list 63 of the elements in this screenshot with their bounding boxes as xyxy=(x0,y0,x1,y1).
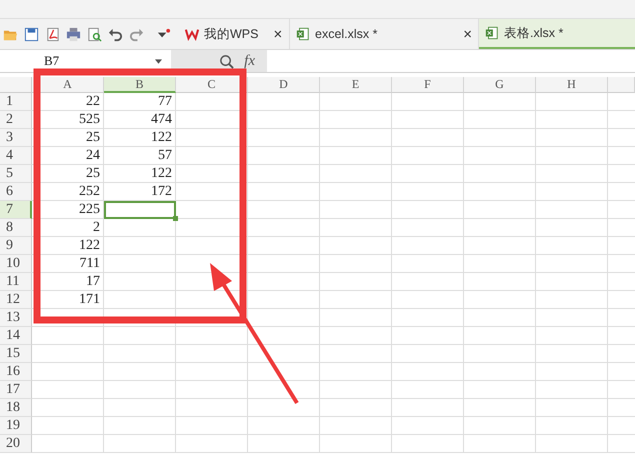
table-cell-text: 25 xyxy=(85,165,101,183)
column-header[interactable]: D xyxy=(248,77,320,93)
table-cell-text: 711 xyxy=(78,255,101,273)
row-header[interactable]: 20 xyxy=(0,435,32,453)
row-header[interactable]: 5 xyxy=(0,165,32,183)
column-header[interactable]: A xyxy=(32,77,104,93)
table-cell-text: 474 xyxy=(150,111,173,129)
row-header[interactable]: 14 xyxy=(0,327,32,345)
function-button[interactable]: fx xyxy=(244,52,255,70)
redo-icon[interactable] xyxy=(129,26,144,42)
row-header[interactable]: 12 xyxy=(0,291,32,309)
column-header[interactable]: G xyxy=(464,77,536,93)
document-tab[interactable]: 我的WPS × xyxy=(179,19,290,49)
table-cell-text: 2 xyxy=(92,219,101,237)
row-header[interactable]: 13 xyxy=(0,309,32,327)
row-header[interactable]: 18 xyxy=(0,399,32,417)
row-header[interactable]: 15 xyxy=(0,345,32,363)
row-header[interactable]: 16 xyxy=(0,363,32,381)
column-header[interactable]: E xyxy=(320,77,392,93)
table-cell-text: 22 xyxy=(85,93,101,111)
table-cell-text: 171 xyxy=(78,291,101,309)
document-tab[interactable]: 表格.xlsx * xyxy=(479,19,635,49)
spreadsheet-icon xyxy=(296,27,310,41)
row-header[interactable]: 6 xyxy=(0,183,32,201)
row-header[interactable]: 11 xyxy=(0,273,32,291)
close-tab-button[interactable]: × xyxy=(463,26,472,42)
row-header[interactable]: 10 xyxy=(0,255,32,273)
table-cell-text: 122 xyxy=(78,237,101,255)
table-cell-text: 77 xyxy=(157,93,173,111)
table-cell-text: 525 xyxy=(78,111,101,129)
table-cell-text: 122 xyxy=(150,165,173,183)
table-cell-text: 25 xyxy=(85,129,101,147)
column-header[interactable]: F xyxy=(392,77,464,93)
pdf-icon[interactable] xyxy=(45,26,60,42)
column-header[interactable]: B xyxy=(104,77,176,93)
row-header[interactable]: 4 xyxy=(0,147,32,165)
row-header[interactable]: 19 xyxy=(0,417,32,435)
caret-icon[interactable] xyxy=(155,58,162,64)
table-cell-text: 57 xyxy=(157,147,173,165)
save-icon[interactable] xyxy=(24,26,39,42)
print-icon[interactable] xyxy=(66,26,81,42)
selected-cell[interactable] xyxy=(104,201,176,219)
row-header[interactable]: 2 xyxy=(0,111,32,129)
table-cell-text: 172 xyxy=(150,183,173,201)
table-cell-text: 252 xyxy=(78,183,101,201)
w-logo-icon xyxy=(185,27,199,41)
row-header[interactable]: 9 xyxy=(0,237,32,255)
table-cell-text: 122 xyxy=(150,129,173,147)
zoom-icon[interactable] xyxy=(219,54,234,68)
close-tab-button[interactable]: × xyxy=(273,26,282,42)
undo-icon[interactable] xyxy=(108,26,123,42)
column-header[interactable]: H xyxy=(536,77,608,93)
row-header[interactable]: 8 xyxy=(0,219,32,237)
spreadsheet-icon xyxy=(485,26,499,40)
column-header[interactable]: C xyxy=(176,77,248,93)
table-cell-text: 225 xyxy=(78,201,101,219)
row-header[interactable]: 7 xyxy=(0,201,32,219)
table-cell-text: 17 xyxy=(85,273,101,291)
row-header[interactable]: 1 xyxy=(0,93,32,111)
print-preview-icon[interactable] xyxy=(87,26,102,42)
row-header[interactable]: 3 xyxy=(0,129,32,147)
table-cell-text: 24 xyxy=(85,147,101,165)
row-header[interactable]: 17 xyxy=(0,381,32,399)
